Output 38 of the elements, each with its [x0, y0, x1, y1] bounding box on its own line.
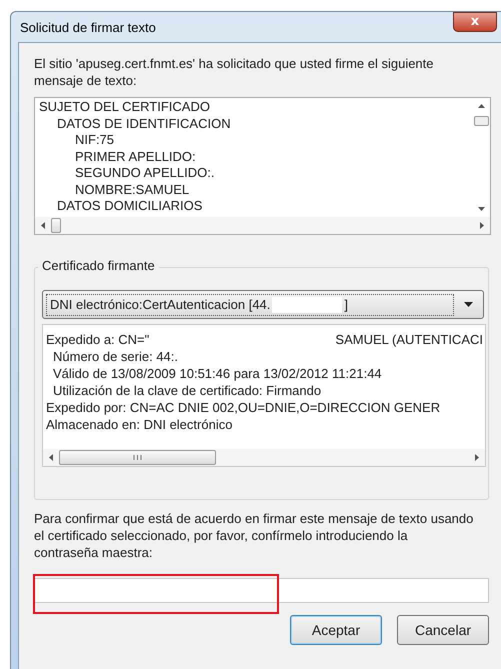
- horizontal-scrollbar[interactable]: [35, 217, 490, 234]
- message-line: DATOS DOMICILIARIOS: [56, 198, 204, 214]
- horizontal-scrollbar[interactable]: [43, 449, 485, 466]
- window-title: Solicitud de firmar texto: [19, 20, 156, 34]
- detail-line: Expedido por: CN=AC DNIE 002,OU=DNIE,O=DIRECCION GENER: [46, 399, 440, 416]
- grip-icon: [133, 455, 142, 460]
- message-line: SEGUNDO APELLIDO:.: [74, 165, 216, 182]
- right-arrow-icon: [480, 222, 484, 229]
- scrollbar-thumb[interactable]: [474, 116, 489, 126]
- message-line: PRIMER APELLIDO:: [74, 148, 197, 165]
- down-arrow-icon: [478, 207, 485, 211]
- message-line: SUJETO DEL CERTIFICADO: [38, 99, 211, 116]
- left-arrow-icon: [41, 222, 45, 229]
- message-line: DATOS DE IDENTIFICACION: [56, 116, 232, 132]
- detail-line: Utilización de la clave de certificado: Firmando: [53, 382, 322, 399]
- scrollbar-thumb[interactable]: [51, 218, 61, 233]
- detail-line: Expedido a: CN=": [46, 331, 150, 348]
- message-line: NOMBRE:SAMUEL: [74, 182, 190, 198]
- detail-line: Almacenado en: DNI electrónico: [46, 416, 232, 433]
- group-label: Certificado firmante: [38, 258, 159, 273]
- cancel-button[interactable]: Cancelar: [397, 615, 489, 645]
- caret-icon: [464, 302, 473, 307]
- message-line: NIF:75: [74, 132, 116, 148]
- detail-line: Número de serie: 44:.: [53, 348, 178, 365]
- left-arrow-icon: [49, 454, 53, 461]
- password-field[interactable]: [34, 578, 489, 603]
- detail-line: Válido de 13/08/2009 10:51:46 para 13/02/2012 11:21:44: [53, 365, 382, 382]
- certificate-dropdown[interactable]: DNI electrónico:CertAutenticacion [44. ]: [42, 290, 484, 319]
- scrollbar-thumb[interactable]: [59, 450, 216, 465]
- right-arrow-icon: [475, 454, 479, 461]
- message-textbox[interactable]: SUJETO DEL CERTIFICADO DATOS DE IDENTIFICACION NIF:75 PRIMER APELLIDO: SEGUNDO APELLIDO:. NOMBRE:SAMUEL DATOS DOMICILIARIOS: [34, 97, 491, 235]
- up-arrow-icon: [478, 104, 485, 108]
- dropdown-value-end: ]: [344, 297, 348, 312]
- accept-button[interactable]: Aceptar: [290, 615, 382, 645]
- detail-line-end: SAMUEL (AUTENTICACI: [335, 331, 484, 348]
- confirm-text: Para confirmar que está de acuerdo en firmar este mensaje de texto usando el certificado seleccionado, por favor, confírmelo introduciendo la contraseña maestra:: [34, 510, 474, 561]
- intro-text: El sitio 'apuseg.cert.fnmt.es' ha solicitado que usted firme el siguiente mensaje de texto:: [34, 55, 435, 89]
- dropdown-value: DNI electrónico:CertAutenticacion [44.: [50, 297, 270, 312]
